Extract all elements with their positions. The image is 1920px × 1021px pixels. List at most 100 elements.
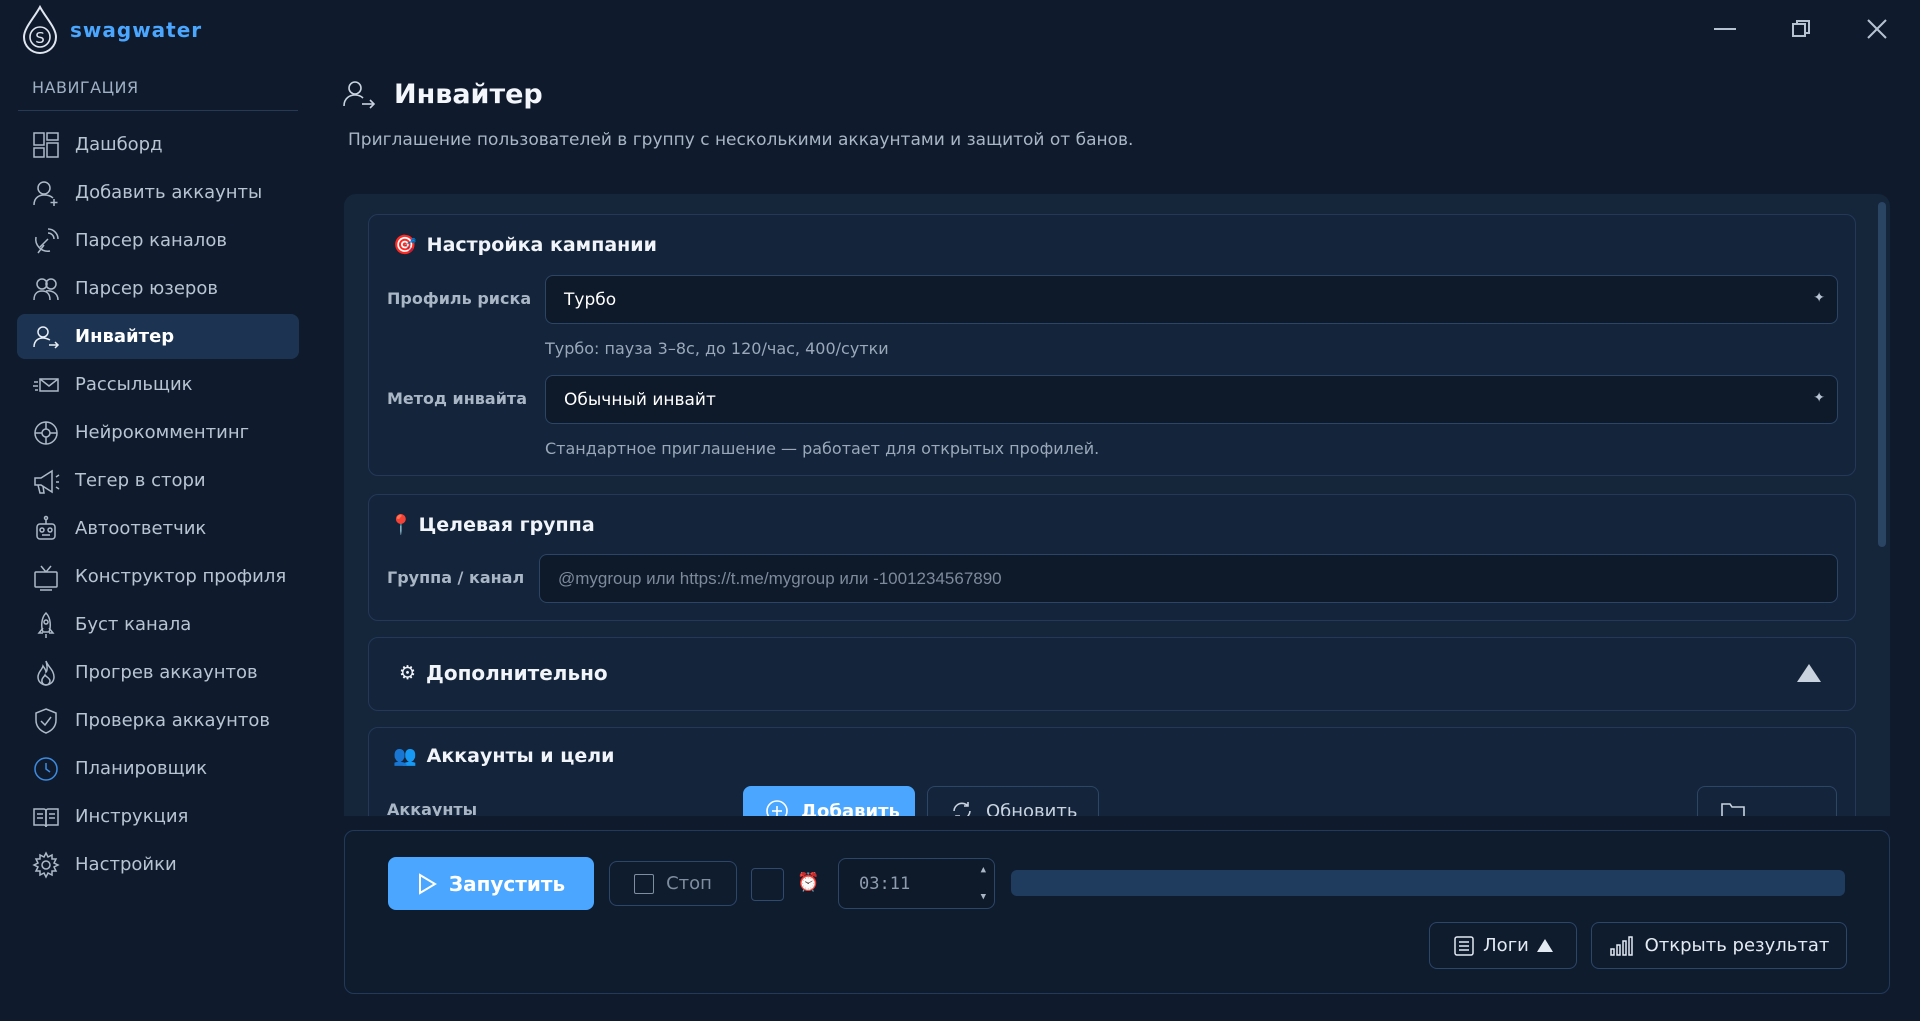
risk-profile-hint: Турбо: пауза 3–8с, до 120/час, 400/сутки [545, 339, 889, 358]
sidebar-item-account-check[interactable]: Проверка аккаунтов [17, 698, 299, 743]
svg-text:S: S [35, 29, 45, 47]
sidebar-item-story-tagger[interactable]: Тегер в стори [17, 458, 299, 503]
brand: S swagwater [20, 4, 202, 56]
advanced-card-title: ⚙ Дополнительно [399, 661, 608, 685]
app-name: swagwater [70, 18, 203, 42]
close-icon [1867, 19, 1887, 39]
spin-down-icon[interactable]: ▼ [981, 892, 986, 902]
dropdown-icon: ✦ [1813, 290, 1825, 306]
nav-heading: НАВИГАЦИЯ [32, 78, 139, 97]
target-icon: 🎯 [393, 234, 417, 256]
logs-button[interactable]: Логи [1429, 922, 1577, 969]
import-file-button[interactable] [1697, 786, 1837, 816]
stop-button[interactable]: Стоп [609, 861, 737, 906]
accounts-label: Аккаунты [387, 800, 478, 816]
sidebar-item-label: Дашборд [75, 134, 163, 155]
log-list-icon [1454, 935, 1474, 956]
send-mail-icon [31, 370, 61, 400]
page-header: Инвайтер [342, 78, 543, 110]
expand-up-icon [1536, 939, 1553, 952]
sidebar-item-mailer[interactable]: Рассыльщик [17, 362, 299, 407]
sidebar-item-inviter[interactable]: Инвайтер [17, 314, 299, 359]
flame-icon [31, 658, 61, 688]
progress-bar [1011, 870, 1845, 896]
maximize-button[interactable] [1778, 10, 1824, 48]
refresh-accounts-button[interactable]: Обновить [927, 786, 1099, 816]
target-card-title: 📍 Целевая группа [389, 513, 595, 537]
neural-icon [31, 418, 61, 448]
bar-chart-icon [1609, 935, 1633, 956]
invite-method-select[interactable]: Обычный инвайт ✦ [545, 375, 1838, 424]
advanced-section-header[interactable]: ⚙ Дополнительно [368, 637, 1856, 711]
water-drop-logo-icon: S [22, 4, 58, 54]
schedule-checkbox[interactable] [751, 868, 784, 901]
collapse-arrow-icon[interactable] [1797, 664, 1821, 682]
sidebar-item-label: Парсер каналов [75, 230, 227, 251]
run-control-panel: Запустить Стоп ⏰ 03:11 ▲ ▼ Логи Открыть … [344, 830, 1890, 994]
stop-label: Стоп [666, 873, 712, 894]
schedule-time-input[interactable]: 03:11 ▲ ▼ [838, 858, 995, 909]
window-controls [1702, 10, 1900, 48]
close-button[interactable] [1854, 10, 1900, 48]
rocket-icon [31, 610, 61, 640]
shield-check-icon [31, 706, 61, 736]
page-subtitle: Приглашение пользователей в группу с нес… [348, 130, 1134, 150]
sidebar-item-label: Рассыльщик [75, 374, 193, 395]
accounts-icon: 👥 [393, 745, 417, 767]
nav-divider [18, 110, 298, 111]
book-icon [31, 802, 61, 832]
target-group-card: 📍 Целевая группа Группа / канал @mygroup… [368, 494, 1856, 621]
invite-method-label: Метод инвайта [387, 389, 527, 408]
sidebar-item-account-warmup[interactable]: Прогрев аккаунтов [17, 650, 299, 695]
sidebar-item-autoresponder[interactable]: Автоответчик [17, 506, 299, 551]
robot-icon [31, 514, 61, 544]
invite-method-value: Обычный инвайт [564, 389, 716, 410]
content-scroll-area[interactable]: 🎯 Настройка кампании Профиль риска Турбо… [344, 194, 1890, 816]
app-window: S swagwater НАВИГАЦИЯ Дашборд Добавить а… [0, 0, 1920, 1021]
spin-up-icon[interactable]: ▲ [981, 865, 986, 875]
start-label: Запустить [448, 871, 566, 896]
sidebar-item-add-accounts[interactable]: Добавить аккаунты [17, 170, 299, 215]
group-channel-input[interactable]: @mygroup или https://t.me/mygroup или -1… [539, 554, 1838, 603]
open-result-button[interactable]: Открыть результат [1591, 922, 1847, 969]
start-button[interactable]: Запустить [388, 857, 594, 910]
sidebar-item-label: Инвайтер [75, 326, 175, 347]
sidebar-item-label: Инструкция [75, 806, 189, 827]
sidebar-item-neurocommenting[interactable]: Нейрокомментинг [17, 410, 299, 455]
plus-circle-icon [766, 800, 788, 816]
accounts-card-title: 👥 Аккаунты и цели [393, 744, 614, 768]
folder-icon [1721, 803, 1745, 816]
campaign-card-title: 🎯 Настройка кампании [393, 233, 657, 257]
sidebar-item-scheduler[interactable]: Планировщик [17, 746, 299, 791]
nav-list: Дашборд Добавить аккаунты Парсер каналов… [17, 122, 299, 890]
risk-profile-select[interactable]: Турбо ✦ [545, 275, 1838, 324]
target-title-text: Целевая группа [418, 513, 595, 536]
play-icon [418, 872, 437, 895]
sidebar: НАВИГАЦИЯ Дашборд Добавить аккаунты Парс… [0, 64, 310, 1021]
page-title: Инвайтер [394, 78, 543, 110]
invite-user-icon [31, 322, 61, 352]
group-channel-label: Группа / канал [387, 568, 525, 587]
group-channel-placeholder: @mygroup или https://t.me/mygroup или -1… [558, 568, 1002, 588]
sidebar-item-instructions[interactable]: Инструкция [17, 794, 299, 839]
risk-profile-label: Профиль риска [387, 289, 532, 308]
megaphone-icon [31, 466, 61, 496]
minimize-icon [1714, 28, 1736, 30]
sidebar-item-user-parser[interactable]: Парсер юзеров [17, 266, 299, 311]
campaign-settings-card: 🎯 Настройка кампании Профиль риска Турбо… [368, 214, 1856, 476]
scrollbar-thumb[interactable] [1878, 202, 1886, 547]
campaign-title-text: Настройка кампании [426, 233, 657, 256]
minimize-button[interactable] [1702, 10, 1748, 48]
sidebar-item-label: Проверка аккаунтов [75, 710, 271, 731]
sidebar-item-channel-parser[interactable]: Парсер каналов [17, 218, 299, 263]
satellite-icon [31, 226, 61, 256]
sidebar-item-channel-boost[interactable]: Буст канала [17, 602, 299, 647]
sidebar-item-dashboard[interactable]: Дашборд [17, 122, 299, 167]
sidebar-item-label: Прогрев аккаунтов [75, 662, 258, 683]
sidebar-item-settings[interactable]: Настройки [17, 842, 299, 887]
gear-icon: ⚙ [399, 662, 417, 684]
sidebar-item-profile-builder[interactable]: Конструктор профиля [17, 554, 299, 599]
sidebar-item-label: Планировщик [75, 758, 208, 779]
add-accounts-button[interactable]: Добавить [743, 786, 915, 816]
schedule-time-value: 03:11 [859, 873, 911, 894]
